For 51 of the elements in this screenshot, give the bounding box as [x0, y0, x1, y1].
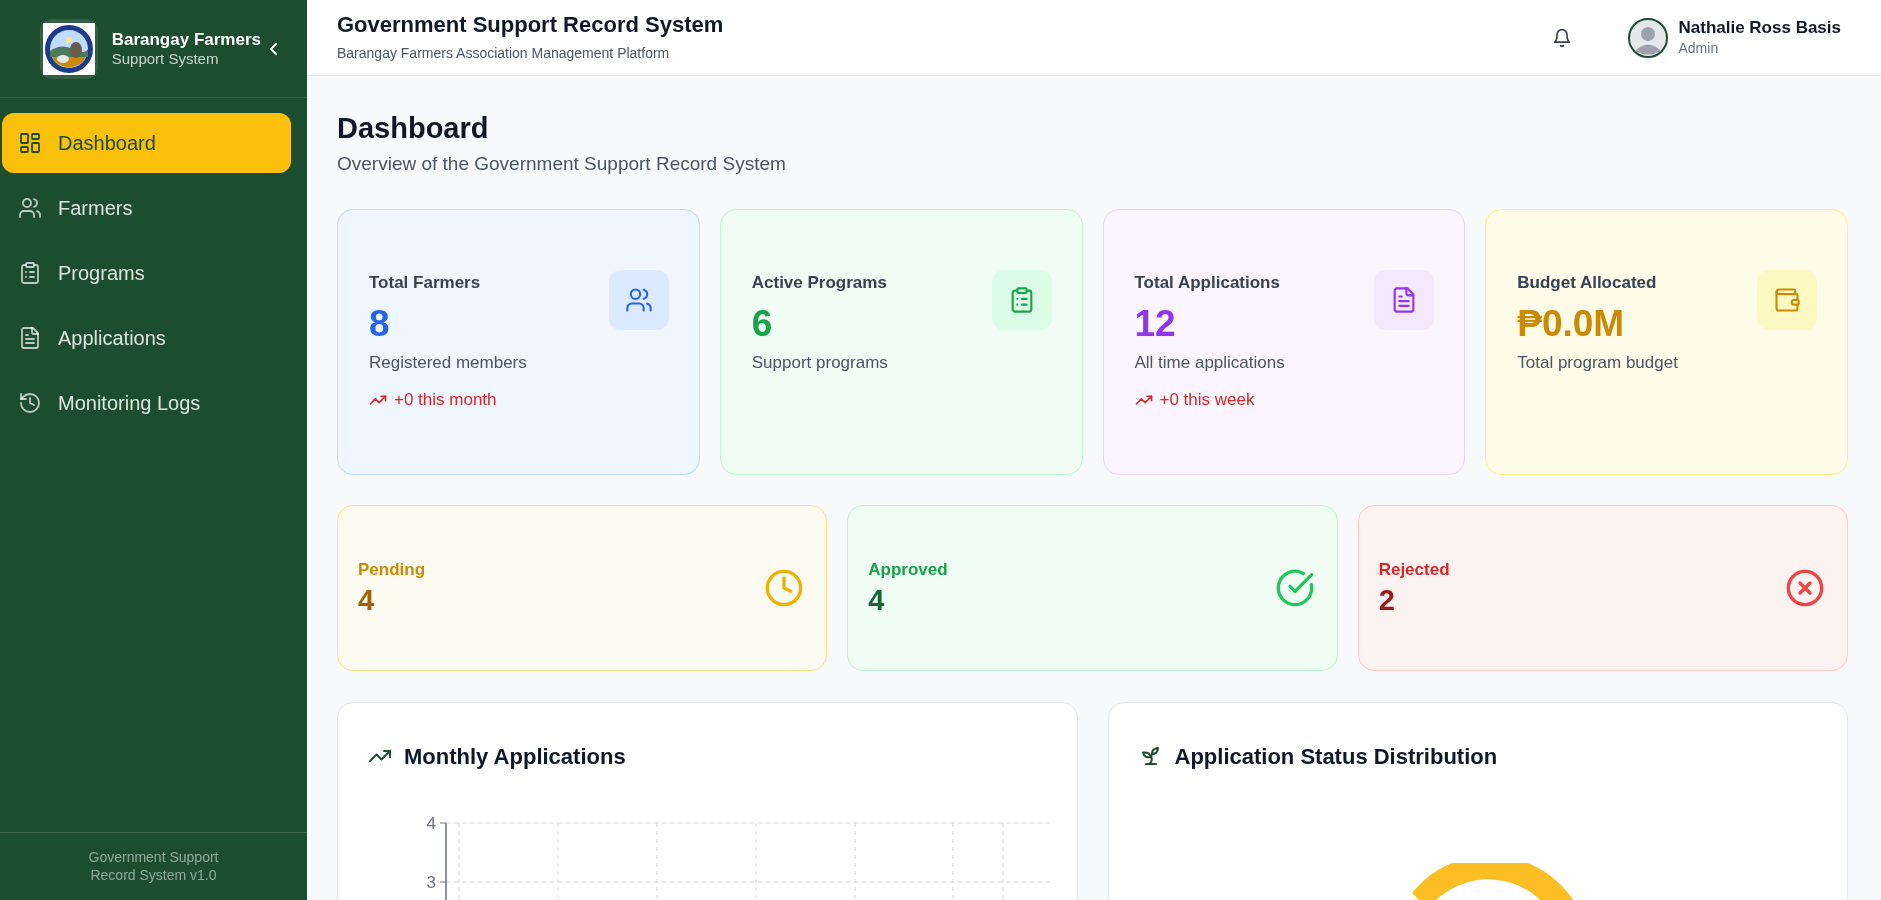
clipboard-icon: [18, 261, 42, 285]
stat-label: Total Applications: [1134, 271, 1281, 294]
avatar[interactable]: [1628, 17, 1669, 58]
stat-label: Budget Allocated: [1517, 271, 1658, 294]
footer-text: Government Support: [88, 849, 219, 867]
trend-text: +0 this month: [394, 389, 497, 411]
status-value: 2: [1378, 583, 1396, 619]
wallet-icon: [1773, 285, 1801, 314]
brand-subtitle: Support System: [111, 49, 220, 69]
footer-text: Record System v1.0: [90, 866, 217, 884]
user-role: Admin: [1678, 40, 1720, 58]
app-title: Government Support Record System: [337, 11, 724, 39]
status-label: Pending: [358, 558, 427, 581]
document-icon: [18, 326, 42, 350]
grid-icon: [18, 131, 42, 155]
nav-item[interactable]: Dashboard: [2, 113, 291, 173]
stat-label: Total Farmers: [369, 271, 482, 294]
bell-icon: [1552, 27, 1573, 48]
stat-value: 12: [1134, 302, 1177, 347]
status-value: 4: [358, 583, 376, 619]
users-icon: [624, 285, 653, 314]
chart-title: Monthly Applications: [404, 742, 626, 771]
stat-value: 8: [369, 302, 391, 347]
nav-item[interactable]: Monitoring Logs: [2, 373, 291, 433]
status-label: Approved: [868, 558, 949, 581]
stat-value: 6: [751, 302, 774, 347]
stat-note: All time applications: [1134, 351, 1286, 374]
trend-text: +0 this week: [1159, 389, 1255, 411]
page-subtitle: Overview of the Government Support Record System: [337, 152, 787, 177]
user-name: Nathalie Ross Basis: [1678, 17, 1841, 39]
nav-item[interactable]: Farmers: [2, 178, 291, 238]
stat-value: ₱0.0M: [1517, 302, 1626, 347]
users-icon: [18, 196, 42, 220]
status-label: Rejected: [1378, 558, 1451, 581]
chart-title: Application Status Distribution: [1174, 742, 1498, 771]
check-circle-icon: [1274, 567, 1315, 608]
app-subtitle: Barangay Farmers Association Management Platform: [337, 43, 671, 63]
nav-item[interactable]: Applications: [2, 308, 291, 368]
brand-title: Barangay Farmers: [111, 28, 261, 50]
page-title: Dashboard: [337, 111, 490, 146]
stat-note: Support programs: [751, 351, 889, 374]
y-axis-label: 3: [426, 872, 436, 892]
stat-note: Total program budget: [1517, 351, 1679, 374]
history-icon: [18, 391, 42, 415]
stat-label: Active Programs: [751, 271, 888, 294]
stat-note: Registered members: [369, 351, 528, 374]
y-axis-label: 4: [426, 813, 436, 833]
clock-icon: [764, 567, 805, 608]
nav-item[interactable]: Programs: [2, 243, 291, 303]
x-circle-icon: [1785, 567, 1825, 608]
status-value: 4: [868, 583, 886, 619]
